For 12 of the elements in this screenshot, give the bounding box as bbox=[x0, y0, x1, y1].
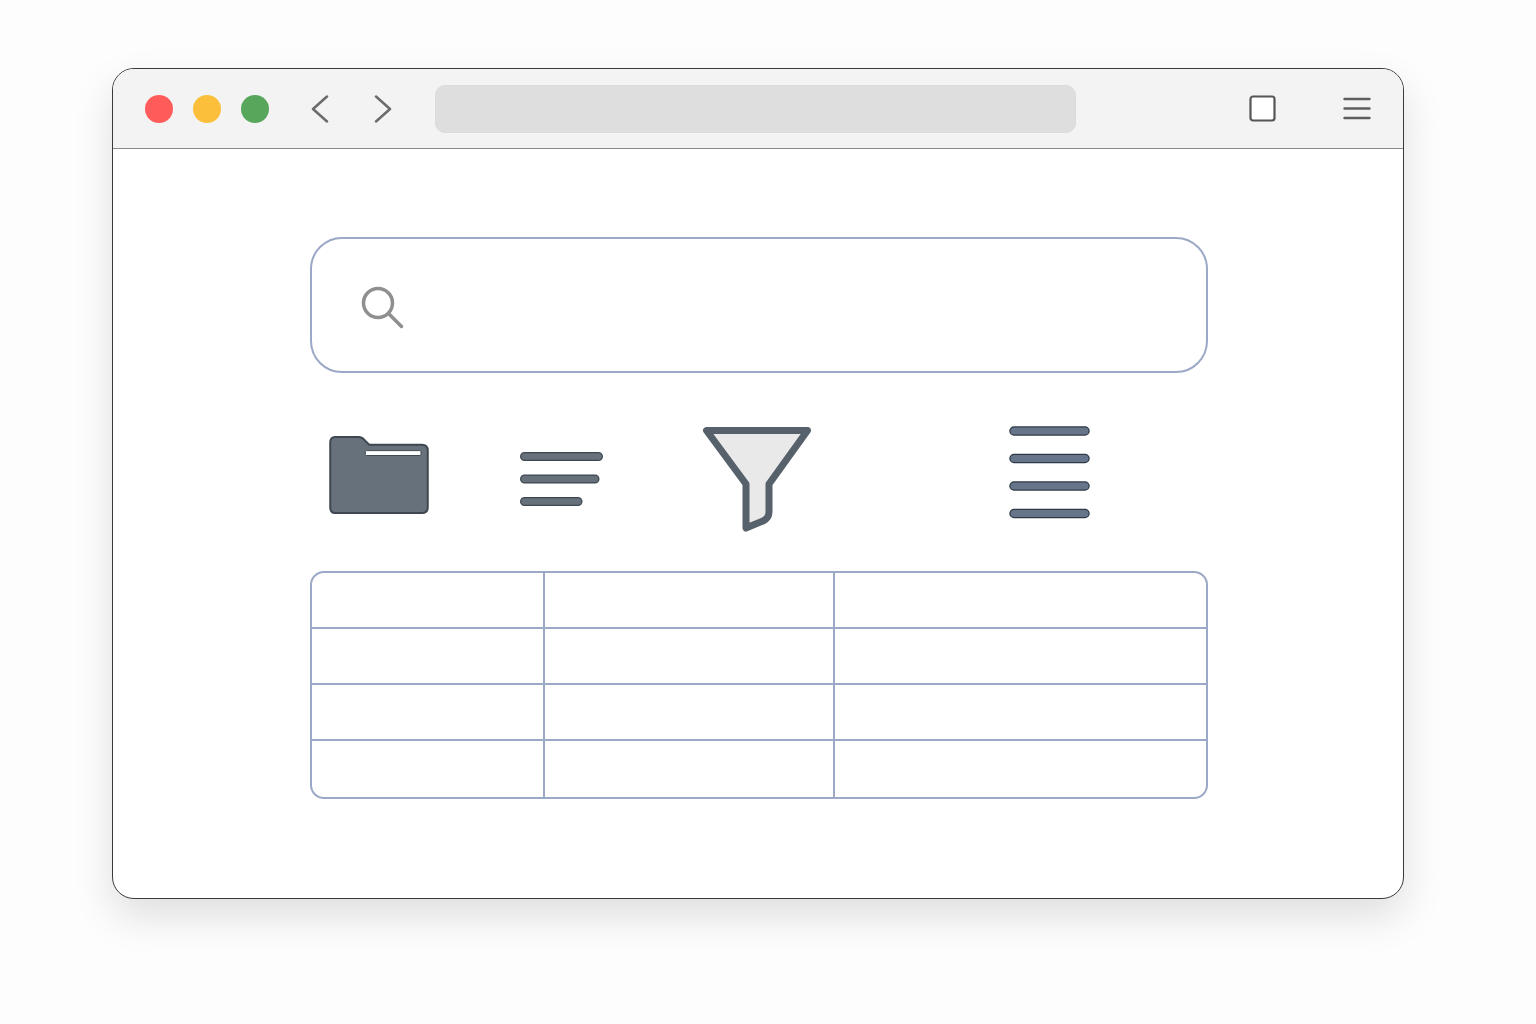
menu-icon[interactable] bbox=[1009, 426, 1090, 519]
window-control-icon[interactable] bbox=[241, 94, 269, 123]
text-lines-icon[interactable] bbox=[520, 451, 603, 506]
search-field[interactable] bbox=[310, 237, 1208, 373]
window-control-icon[interactable] bbox=[145, 94, 173, 123]
chevron-right-icon[interactable] bbox=[374, 94, 392, 123]
folder-icon[interactable] bbox=[328, 434, 430, 515]
search-icon bbox=[361, 285, 404, 329]
funnel-icon[interactable] bbox=[702, 425, 812, 532]
chevron-left-icon[interactable] bbox=[311, 94, 329, 123]
menu-icon[interactable] bbox=[1343, 97, 1371, 120]
square-icon[interactable] bbox=[1249, 95, 1276, 122]
